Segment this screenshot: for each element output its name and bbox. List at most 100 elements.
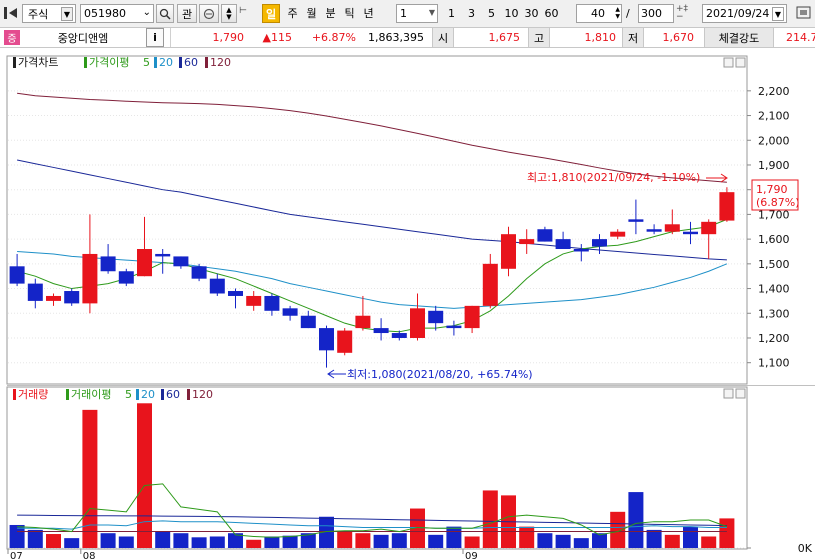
volume-ma-60: 60 <box>166 388 180 401</box>
price-tick-label: 1,200 <box>758 332 790 345</box>
high-annotation: 최고:1,810(2021/09/24, -1.10%) <box>527 171 700 184</box>
view-count-input[interactable]: 40 ▲ ▼ <box>576 4 622 23</box>
price-tick-label: 1,300 <box>758 307 790 320</box>
period-tab-tick[interactable]: 틱 <box>340 4 359 23</box>
code-input-value: 051980 <box>84 7 126 20</box>
chevron-down-icon: ⌄ <box>142 7 151 18</box>
price-tag-pct: (6.87%) <box>756 196 800 209</box>
candle-up <box>610 231 626 237</box>
price-legend-title: 가격차트 <box>18 56 58 69</box>
volume-bar <box>82 409 98 548</box>
candle-up <box>46 295 61 301</box>
candle-up <box>701 221 717 235</box>
quick-interval-30[interactable]: 30 <box>522 4 541 23</box>
period-tab-year[interactable]: 년 <box>359 4 378 23</box>
volume-bar <box>264 536 280 548</box>
stock-name: 중앙디앤엠 <box>57 31 109 45</box>
search-button[interactable] <box>156 4 174 23</box>
volume-bar <box>628 492 644 548</box>
volume-bar <box>137 403 152 548</box>
candle-down <box>64 291 80 304</box>
volume-bar <box>446 526 462 548</box>
volume-bar <box>610 511 626 548</box>
volume-bar <box>282 535 298 548</box>
strength-value: 214.7 <box>786 31 815 44</box>
stepper-arrows[interactable]: ▲ ▼ <box>221 4 237 23</box>
volume-bar <box>428 534 444 548</box>
chart-area[interactable]: 2,2002,1002,0001,9001,8001,7001,6001,500… <box>0 48 815 560</box>
period-tab-week[interactable]: 주 <box>283 4 302 23</box>
price-ma-60: 60 <box>184 56 198 69</box>
interval-select[interactable]: 1 ▼ <box>396 4 438 23</box>
period-tab-month[interactable]: 월 <box>302 4 321 23</box>
date-select[interactable]: 2021/09/24 ▼ <box>702 4 787 23</box>
panel-toggle-icon[interactable] <box>3 6 19 20</box>
period-tab-day[interactable]: 일 <box>262 4 280 23</box>
candle-down <box>555 239 571 250</box>
price-ma-5: 5 <box>143 56 150 69</box>
price-tick-label: 1,100 <box>758 357 790 370</box>
volume-ma-120: 120 <box>192 388 213 401</box>
chevron-down-icon: ▼ <box>772 7 784 21</box>
code-input[interactable]: 051980 ⌄ <box>80 4 154 23</box>
candle-down <box>282 308 298 316</box>
volume-bar <box>209 536 225 548</box>
quick-interval-3[interactable]: 3 <box>462 4 481 23</box>
open-value: 1,675 <box>488 31 521 44</box>
volume-bar <box>391 533 407 548</box>
zoom-icon[interactable]: +‡ − <box>676 5 690 22</box>
candle-up <box>501 234 516 269</box>
candle-down <box>573 249 589 252</box>
volume-bar <box>537 533 553 548</box>
candle-down <box>300 315 316 329</box>
split-button[interactable]: ⊢ <box>239 6 253 22</box>
candle-up <box>664 224 680 232</box>
price-ma-120: 120 <box>210 56 231 69</box>
candle-down <box>100 256 116 272</box>
volume-bar <box>155 531 171 548</box>
info-button[interactable]: i <box>146 28 164 47</box>
candle-down <box>646 229 662 232</box>
volume-bar <box>646 529 662 548</box>
volume-bar <box>246 539 262 548</box>
volume-bar <box>664 534 680 548</box>
candle-down <box>155 253 171 257</box>
volume-bar <box>64 538 80 548</box>
quick-interval-5[interactable]: 5 <box>482 4 501 23</box>
volume-bar <box>573 538 589 548</box>
quick-interval-60[interactable]: 60 <box>542 4 561 23</box>
screenshot-icon[interactable] <box>796 5 812 21</box>
total-count-input[interactable]: 300 <box>638 4 674 23</box>
toolbar: 주식 ▼ 051980 ⌄ 관 ▲ ▼ ⊢ 일 주 월 분 틱 년 1 ▼ 1 3… <box>0 0 815 27</box>
low-annotation: 최저:1,080(2021/08/20, +65.74%) <box>347 368 533 381</box>
current-price: 1,790 <box>170 28 248 47</box>
low-value: 1,670 <box>662 31 695 44</box>
minimize-icon[interactable] <box>723 388 734 399</box>
quote-bar: 증 중앙디앤엠 i 1,790 ▲115 +6.87% 1,863,395 시 … <box>0 27 815 48</box>
market-select[interactable]: 주식 ▼ <box>22 4 76 23</box>
maximize-icon[interactable] <box>735 57 746 68</box>
quick-interval-buttons: 1 3 5 10 30 60 <box>442 4 561 23</box>
quick-interval-1[interactable]: 1 <box>442 4 461 23</box>
quick-interval-10[interactable]: 10 <box>502 4 521 23</box>
spin-arrows-icon[interactable]: ▲ ▼ <box>615 6 620 20</box>
interest-button[interactable]: 관 <box>177 4 197 23</box>
volume-bar <box>355 533 371 548</box>
price-ma-title: 가격이평 <box>89 56 129 69</box>
volume-bar <box>191 537 207 548</box>
candle-up <box>719 192 735 221</box>
price-tick-label: 1,600 <box>758 233 790 246</box>
count-separator: / <box>626 7 630 20</box>
candle-up <box>82 253 98 304</box>
link-button[interactable] <box>199 4 219 23</box>
period-tab-minute[interactable]: 분 <box>321 4 340 23</box>
market-select-label: 주식 <box>28 7 49 21</box>
minimize-icon[interactable] <box>723 57 734 68</box>
candle-up <box>464 305 480 329</box>
price-tick-label: 1,400 <box>758 283 790 296</box>
chevron-down-icon: ▼ <box>61 7 73 21</box>
price-tick-label: 2,100 <box>758 110 790 123</box>
volume-tick-label: 0K <box>798 542 813 555</box>
candle-down <box>446 325 462 329</box>
maximize-icon[interactable] <box>735 388 746 399</box>
